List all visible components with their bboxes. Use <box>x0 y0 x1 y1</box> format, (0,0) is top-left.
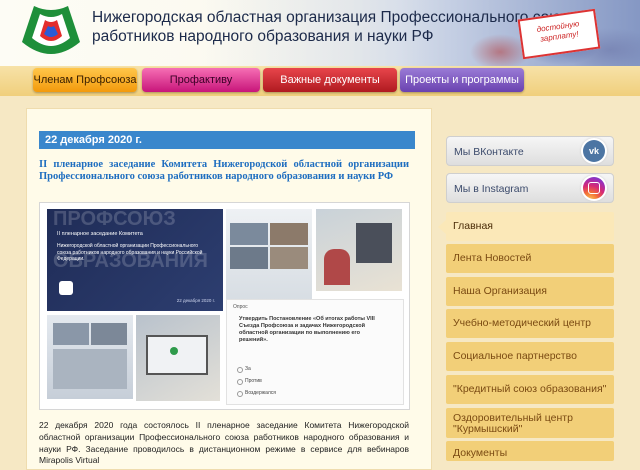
poll-screenshot: Опрос Утвердить Постановление «Об итогах… <box>226 299 404 405</box>
sidebar-item-home[interactable]: Главная <box>438 212 614 241</box>
article-panel: 22 декабря 2020 г. II пленарное заседани… <box>26 108 432 470</box>
article-body: 22 декабря 2020 года состоялось II плена… <box>39 420 409 466</box>
radio-icon <box>237 391 243 397</box>
radio-icon <box>237 367 243 373</box>
instagram-link-label: Мы в Instagram <box>454 183 529 195</box>
site-header: Нижегородская областная организация Проф… <box>0 0 640 66</box>
nav-documents[interactable]: Важные документы <box>263 68 397 92</box>
poll-option: За <box>245 366 251 372</box>
presentation-slide: ПРОФСОЮЗ ОБРАЗОВАНИЯ II пленарное заседа… <box>47 209 223 311</box>
sidebar-item-health-center[interactable]: Оздоровительный центр "Курмышский" <box>446 408 614 438</box>
site-title-line1: Нижегородская областная организация Проф… <box>92 9 577 26</box>
sidebar-item-news[interactable]: Лента Новостей <box>446 244 614 273</box>
person <box>324 249 350 285</box>
bookshelf <box>356 223 392 263</box>
video-tile <box>53 349 127 389</box>
conference-screen-photo <box>47 315 133 399</box>
vk-icon: vk <box>583 140 605 162</box>
video-tile <box>270 223 308 245</box>
poll-option: Против <box>245 378 262 384</box>
vk-link[interactable]: Мы ВКонтакте vk <box>446 136 614 166</box>
sidebar-item-credit-union[interactable]: "Кредитный союз образования" <box>446 375 614 404</box>
sidebar-item-organization[interactable]: Наша Организация <box>446 277 614 306</box>
meeting-room-photo <box>316 209 402 291</box>
slide-date: 22 декабря 2020 г. <box>176 298 215 303</box>
slide-title: II пленарное заседание Комитета <box>57 231 143 237</box>
article-photo-collage[interactable]: ПРОФСОЮЗ ОБРАЗОВАНИЯ II пленарное заседа… <box>39 202 410 410</box>
union-logo-icon[interactable] <box>18 2 84 64</box>
poll-label: Опрос <box>233 304 248 310</box>
instagram-link[interactable]: Мы в Instagram <box>446 173 614 203</box>
site-title-line2: работников народного образования и науки… <box>92 28 434 45</box>
slide-logo-icon <box>59 281 73 295</box>
video-tile <box>91 323 127 345</box>
video-tile <box>230 223 268 245</box>
video-grid-photo <box>226 209 312 301</box>
radio-icon <box>237 379 243 385</box>
top-nav: Членам Профсоюза Профактиву Важные докум… <box>0 66 640 96</box>
video-tile <box>53 323 89 345</box>
instagram-icon <box>583 177 605 199</box>
video-tile <box>230 247 268 269</box>
laptop-screen <box>146 335 208 375</box>
article-date: 22 декабря 2020 г. <box>39 131 415 149</box>
poll-option: Воздержался <box>245 390 276 396</box>
site-title: Нижегородская областная организация Проф… <box>92 8 577 46</box>
sidebar-item-documents[interactable]: Документы <box>446 441 614 461</box>
nav-members[interactable]: Членам Профсоюза <box>33 68 137 92</box>
sidebar-item-social-partnership[interactable]: Социальное партнерство <box>446 342 614 371</box>
nav-projects[interactable]: Проекты и программы <box>400 68 524 92</box>
slide-watermark-1: ПРОФСОЮЗ <box>53 208 176 230</box>
screen-logo <box>170 347 178 355</box>
video-tile <box>270 247 308 269</box>
laptop-photo <box>136 315 220 401</box>
nav-activists[interactable]: Профактиву <box>142 68 260 92</box>
sidebar-item-training-center[interactable]: Учебно-методический центр <box>446 309 614 338</box>
vk-link-label: Мы ВКонтакте <box>454 146 524 158</box>
article-headline[interactable]: II пленарное заседание Комитета Нижегоро… <box>39 159 409 182</box>
slide-text: Нижегородской областной организации Проф… <box>57 243 203 262</box>
poll-question: Утвердить Постановление «Об итогах работ… <box>239 316 375 343</box>
